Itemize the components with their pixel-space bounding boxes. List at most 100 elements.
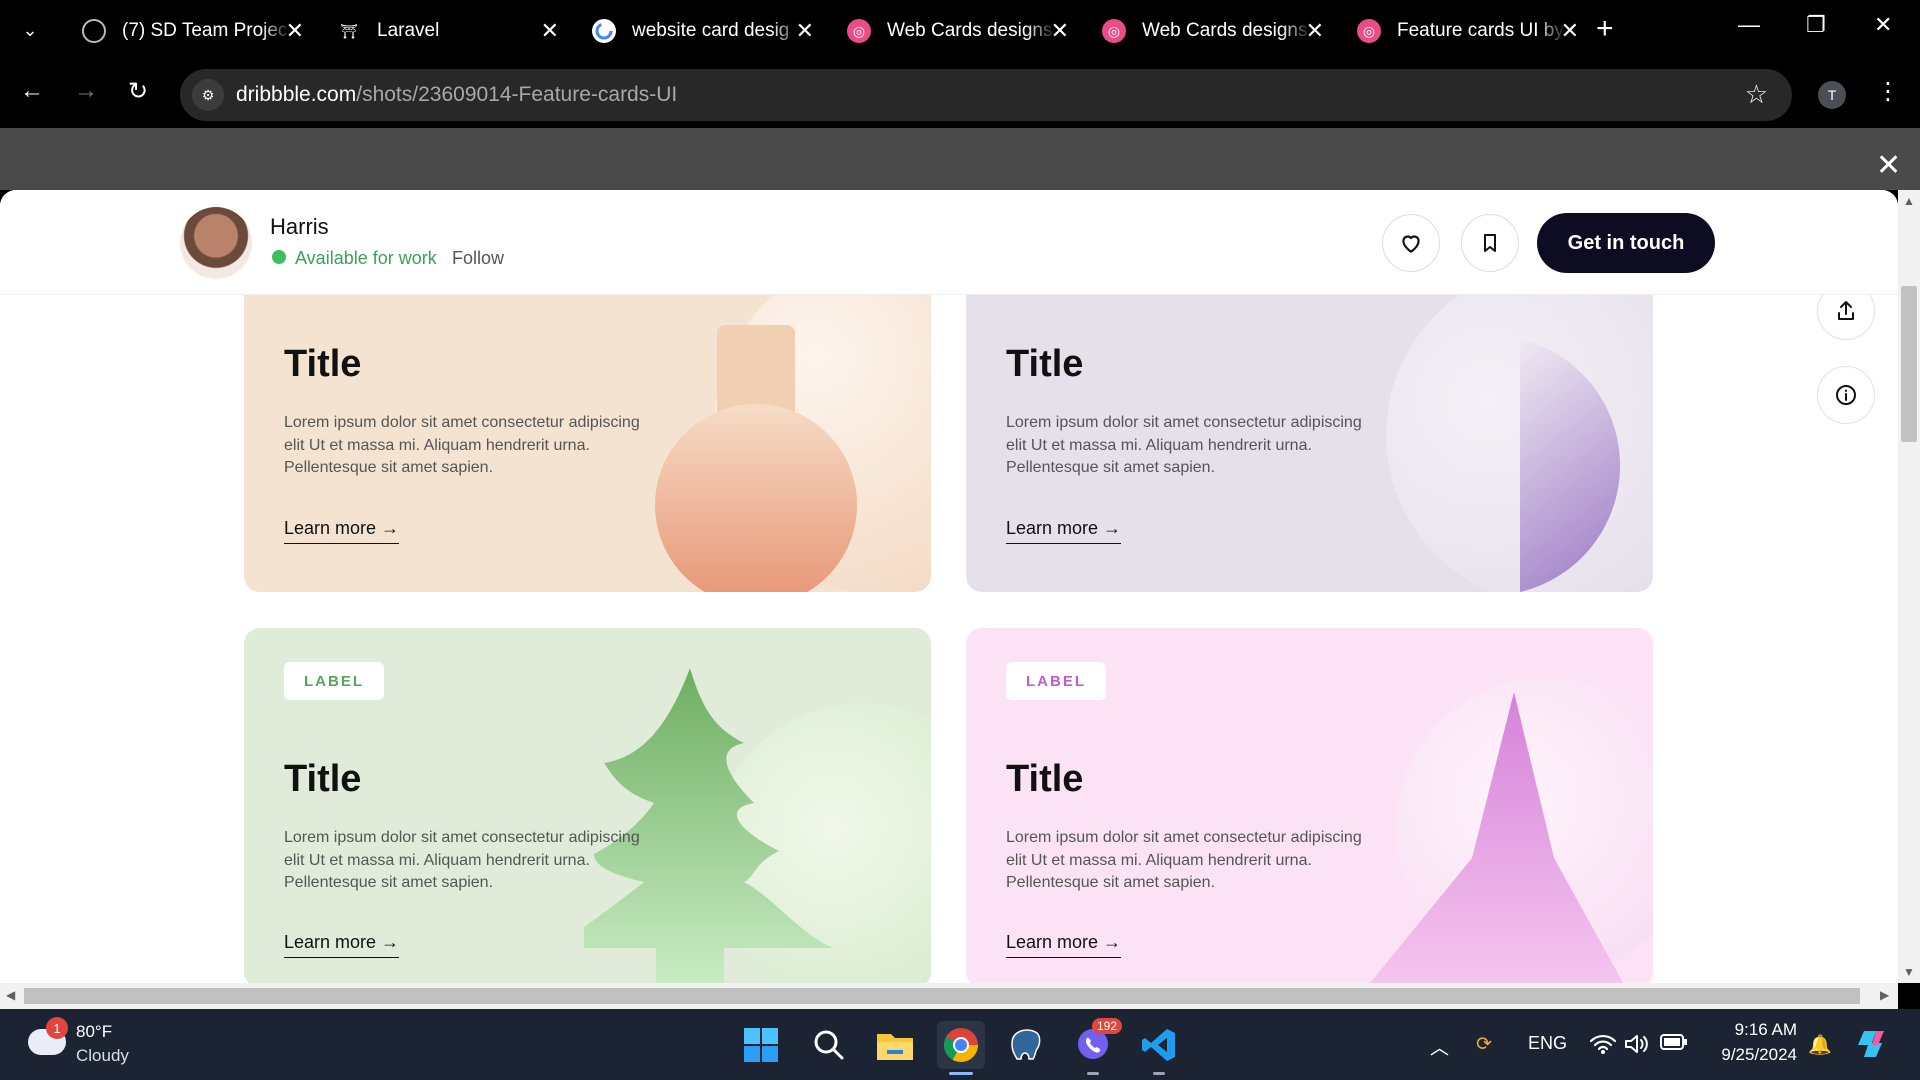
dribbble-icon: ◎ — [1357, 19, 1381, 43]
clock-date[interactable]: 9/25/2024 — [1697, 1045, 1797, 1065]
scrollbar-thumb[interactable] — [1901, 286, 1917, 442]
volume-icon[interactable] — [1624, 1033, 1650, 1061]
card-label-badge: LABEL — [1006, 662, 1106, 700]
battery-icon[interactable] — [1660, 1033, 1688, 1057]
close-icon[interactable]: ✕ — [286, 18, 304, 44]
clock-time[interactable]: 9:16 AM — [1727, 1020, 1797, 1040]
bulb-illustration — [655, 295, 931, 592]
notification-bell-icon[interactable]: 🔔 — [1808, 1033, 1832, 1057]
site-settings-icon[interactable]: ⚙ — [192, 79, 224, 111]
running-indicator — [1153, 1072, 1165, 1075]
search-icon[interactable] — [805, 1021, 853, 1069]
card-title: Title — [284, 343, 362, 385]
learn-more-link[interactable]: Learn more → — [284, 518, 400, 544]
close-modal-icon[interactable]: ✕ — [1876, 148, 1901, 183]
learn-more-link[interactable]: Learn more → — [1006, 518, 1122, 544]
scroll-left-icon[interactable]: ◀ — [6, 988, 15, 1002]
get-in-touch-button[interactable]: Get in touch — [1537, 213, 1715, 273]
back-arrow-icon[interactable]: ← — [20, 77, 44, 105]
star-illustration — [1370, 678, 1653, 983]
tab-website-card-design[interactable]: website card desig ✕ — [580, 8, 830, 54]
reload-icon[interactable]: ↻ — [128, 77, 148, 106]
tab-title: Laravel — [377, 20, 440, 41]
url-text[interactable]: dribbble.com/shots/23609014-Feature-card… — [236, 83, 677, 107]
restore-icon[interactable]: ❐ — [1806, 12, 1826, 38]
details-button[interactable] — [1817, 366, 1875, 424]
minimize-icon[interactable]: — — [1738, 12, 1760, 38]
learn-more-link[interactable]: Learn more → — [284, 932, 400, 958]
card-label-badge: LABEL — [284, 662, 384, 700]
horizontal-scrollbar[interactable]: ◀ ▶ — [0, 983, 1898, 1009]
designer-avatar[interactable] — [180, 207, 252, 279]
file-explorer-icon[interactable] — [871, 1021, 919, 1069]
half-circle-illustration — [1386, 295, 1653, 592]
start-windows-icon[interactable] — [737, 1021, 785, 1069]
tab-sd-team-project[interactable]: (7) SD Team Projec ✕ — [70, 8, 320, 54]
close-icon[interactable]: ✕ — [1306, 18, 1324, 44]
vscode-icon[interactable] — [1135, 1021, 1183, 1075]
window-close-icon[interactable]: ✕ — [1874, 12, 1892, 38]
designer-name[interactable]: Harris — [270, 214, 329, 240]
url-path: /shots/23609014-Feature-cards-UI — [356, 83, 678, 106]
tab-title: Web Cards designs — [887, 20, 1053, 41]
weather-notification-badge: 1 — [46, 1017, 68, 1039]
sync-icon[interactable]: ⟳ — [1476, 1033, 1492, 1056]
profile-avatar[interactable]: T — [1818, 81, 1846, 109]
tab-laravel[interactable]: ⛩ Laravel ✕ — [325, 8, 575, 54]
dribbble-icon: ◎ — [847, 19, 871, 43]
save-button[interactable] — [1461, 214, 1519, 272]
like-button[interactable] — [1382, 214, 1440, 272]
tab-title: Web Cards designs — [1142, 20, 1308, 41]
running-indicator — [1087, 1072, 1099, 1075]
tab-title: (7) SD Team Projec — [122, 20, 288, 41]
google-icon — [592, 19, 616, 43]
feature-card-green: LABEL Title Lorem ipsum dolor sit amet c… — [244, 628, 931, 983]
url-host: dribbble.com — [236, 83, 357, 106]
card-description: Lorem ipsum dolor sit amet consectetur a… — [1006, 414, 1362, 476]
wifi-icon[interactable] — [1589, 1033, 1617, 1061]
new-tab-plus-icon[interactable]: + — [1596, 14, 1614, 44]
address-bar[interactable]: ⚙ dribbble.com/shots/23609014-Feature-ca… — [180, 69, 1792, 121]
tab-web-cards-designs-2[interactable]: ◎ Web Cards designs ✕ — [1090, 8, 1340, 54]
card-title: Title — [1006, 343, 1084, 385]
learn-more-link[interactable]: Learn more → — [1006, 932, 1122, 958]
feature-card-pink: LABEL Title Lorem ipsum dolor sit amet c… — [966, 628, 1653, 983]
weather-condition[interactable]: Cloudy — [76, 1046, 129, 1066]
close-icon[interactable]: ✕ — [1051, 18, 1069, 44]
tab-feature-cards-ui[interactable]: ◎ Feature cards UI by ✕ — [1345, 8, 1595, 54]
tab-title: website card desig — [632, 20, 790, 41]
tab-strip: ⌄ (7) SD Team Projec ✕ ⛩ Laravel ✕ websi… — [0, 0, 1920, 61]
vertical-scrollbar[interactable]: ▲ ▼ — [1898, 190, 1920, 983]
scroll-up-icon[interactable]: ▲ — [1903, 194, 1915, 208]
shot-header: Harris Available for work Follow Get in … — [0, 190, 1898, 295]
close-icon[interactable]: ✕ — [796, 18, 814, 44]
weather-temperature[interactable]: 80°F — [76, 1022, 112, 1042]
card-title: Title — [284, 758, 362, 800]
dribbble-icon: ◎ — [1102, 19, 1126, 43]
card-description: Lorem ipsum dolor sit amet consectetur a… — [284, 829, 640, 891]
bookmark-star-icon[interactable]: ☆ — [1745, 79, 1768, 110]
scroll-right-icon[interactable]: ▶ — [1880, 988, 1889, 1002]
info-icon — [1836, 385, 1856, 405]
language-indicator[interactable]: ENG — [1528, 1033, 1567, 1054]
close-icon[interactable]: ✕ — [1561, 18, 1579, 44]
tab-web-cards-designs-1[interactable]: ◎ Web Cards designs ✕ — [835, 8, 1085, 54]
postgresql-elephant-icon[interactable] — [1003, 1021, 1051, 1069]
bookmark-icon — [1484, 234, 1496, 252]
card-description: Lorem ipsum dolor sit amet consectetur a… — [284, 414, 640, 476]
target-icon — [82, 19, 106, 43]
tree-illustration — [584, 668, 931, 983]
show-hidden-icons-chevron-icon[interactable]: ︿ — [1430, 1033, 1449, 1060]
scroll-down-icon[interactable]: ▼ — [1903, 965, 1915, 979]
copilot-icon[interactable] — [1856, 1027, 1890, 1067]
viber-unread-badge: 192 — [1092, 1018, 1123, 1034]
availability-status: Available for work — [295, 248, 437, 268]
close-icon[interactable]: ✕ — [541, 18, 559, 44]
forward-arrow-icon[interactable]: → — [74, 77, 98, 105]
follow-button[interactable]: Follow — [452, 248, 504, 269]
tab-search-chevron-icon[interactable]: ⌄ — [14, 12, 46, 48]
browser-menu-icon[interactable]: ⋮ — [1876, 77, 1900, 106]
running-indicator — [949, 1072, 973, 1075]
chrome-icon[interactable] — [937, 1021, 985, 1075]
scrollbar-thumb[interactable] — [24, 988, 1860, 1004]
